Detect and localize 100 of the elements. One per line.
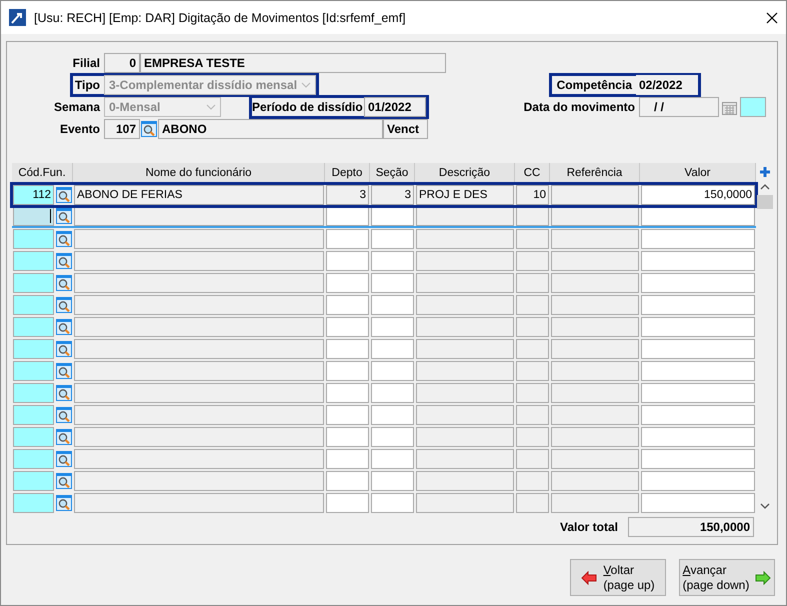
search-icon[interactable] xyxy=(56,231,72,247)
code-field[interactable] xyxy=(13,383,54,403)
calendar-icon[interactable] xyxy=(722,100,737,114)
table-cell xyxy=(326,295,369,315)
value-field[interactable] xyxy=(641,405,755,425)
value-field[interactable] xyxy=(641,317,755,337)
value-field[interactable] xyxy=(641,361,755,381)
column-header: CC xyxy=(515,162,550,184)
color-field[interactable] xyxy=(740,97,766,117)
value-field[interactable] xyxy=(641,295,755,315)
date-field[interactable]: / / xyxy=(639,97,719,117)
value-field[interactable] xyxy=(641,251,755,271)
table-cell xyxy=(371,383,414,403)
table-cell xyxy=(326,273,369,293)
search-icon[interactable] xyxy=(141,121,157,137)
code-field[interactable] xyxy=(13,206,54,226)
code-field[interactable]: 112 xyxy=(13,185,54,205)
value-field[interactable] xyxy=(641,383,755,403)
code-field[interactable]: 107 xyxy=(104,119,140,139)
table-cell xyxy=(516,427,549,447)
table-cell xyxy=(371,229,414,249)
value-field[interactable] xyxy=(641,206,755,226)
value-field[interactable] xyxy=(641,493,755,513)
table-cell xyxy=(371,405,414,425)
period-field[interactable]: 02/2022 xyxy=(636,75,698,95)
field-label: Tipo xyxy=(74,78,101,92)
search-icon[interactable] xyxy=(56,451,72,467)
code-field[interactable] xyxy=(13,471,54,491)
search-icon[interactable] xyxy=(56,473,72,489)
left-arrow-icon xyxy=(581,570,598,584)
table-cell xyxy=(516,251,549,271)
scroll-thumb[interactable] xyxy=(757,195,773,209)
table-cell xyxy=(371,427,414,447)
code-field[interactable] xyxy=(13,361,54,381)
code-field[interactable] xyxy=(13,229,54,249)
search-icon[interactable] xyxy=(56,319,72,335)
column-header: Valor xyxy=(640,162,756,184)
value-field[interactable] xyxy=(641,273,755,293)
search-icon[interactable] xyxy=(56,253,72,269)
column-header: Depto xyxy=(325,162,370,184)
value-field[interactable] xyxy=(641,229,755,249)
scroll-down-icon[interactable] xyxy=(760,502,770,510)
field-label: Período de dissídio xyxy=(252,100,364,114)
name-field: ABONO xyxy=(158,119,383,139)
search-icon[interactable] xyxy=(56,385,72,401)
code-field[interactable] xyxy=(13,405,54,425)
table-cell xyxy=(516,295,549,315)
column-header: Descrição xyxy=(415,162,515,184)
window-title: [Usu: RECH] [Emp: DAR] Digitação de Movimentos [Id:srfemf_emf] xyxy=(34,10,407,24)
value-field[interactable] xyxy=(641,471,755,491)
value-field[interactable] xyxy=(641,427,755,447)
close-icon[interactable] xyxy=(766,12,778,24)
code-field[interactable] xyxy=(13,251,54,271)
table-cell xyxy=(371,206,414,226)
value-field[interactable]: 150,0000 xyxy=(641,185,755,205)
table-cell xyxy=(371,493,414,513)
table-cell: ABONO DE FERIAS xyxy=(74,185,324,205)
search-icon[interactable] xyxy=(56,208,72,224)
search-icon[interactable] xyxy=(56,275,72,291)
table-cell xyxy=(326,317,369,337)
field-label: Competência xyxy=(556,78,634,92)
back-button[interactable]: Voltar (page up) xyxy=(570,559,666,596)
caret-icon xyxy=(301,82,311,88)
add-icon[interactable] xyxy=(759,166,771,178)
code-field[interactable] xyxy=(13,449,54,469)
search-icon[interactable] xyxy=(56,495,72,511)
table-cell xyxy=(516,229,549,249)
scroll-up-icon[interactable] xyxy=(760,183,770,191)
value-field[interactable] xyxy=(641,449,755,469)
table-cell: 3 xyxy=(371,185,414,205)
search-icon[interactable] xyxy=(56,363,72,379)
table-cell xyxy=(516,383,549,403)
search-icon[interactable] xyxy=(56,341,72,357)
table-cell xyxy=(516,449,549,469)
search-icon[interactable] xyxy=(56,297,72,313)
total-field: 150,0000 xyxy=(628,517,754,537)
forward-button[interactable]: Avançar (page down) xyxy=(679,559,775,596)
code-field[interactable] xyxy=(13,427,54,447)
search-icon[interactable] xyxy=(56,429,72,445)
code-field[interactable] xyxy=(13,493,54,513)
search-icon[interactable] xyxy=(56,407,72,423)
code-field[interactable] xyxy=(13,339,54,359)
table-cell xyxy=(371,251,414,271)
table-cell: 10 xyxy=(516,185,549,205)
field-label: Venct xyxy=(383,119,428,139)
table-cell xyxy=(516,273,549,293)
search-icon[interactable] xyxy=(56,187,72,203)
table-cell xyxy=(326,383,369,403)
app-icon xyxy=(9,9,26,26)
field-label: Semana xyxy=(52,100,102,114)
code-field[interactable] xyxy=(13,295,54,315)
code-field[interactable] xyxy=(13,317,54,337)
table-cell xyxy=(326,427,369,447)
name-field: EMPRESA TESTE xyxy=(140,53,446,73)
period-field[interactable]: 01/2022 xyxy=(364,97,426,117)
code-field[interactable] xyxy=(13,273,54,293)
table-cell xyxy=(326,206,369,226)
value-field[interactable] xyxy=(641,339,755,359)
table-cell xyxy=(371,449,414,469)
table-cell xyxy=(326,493,369,513)
